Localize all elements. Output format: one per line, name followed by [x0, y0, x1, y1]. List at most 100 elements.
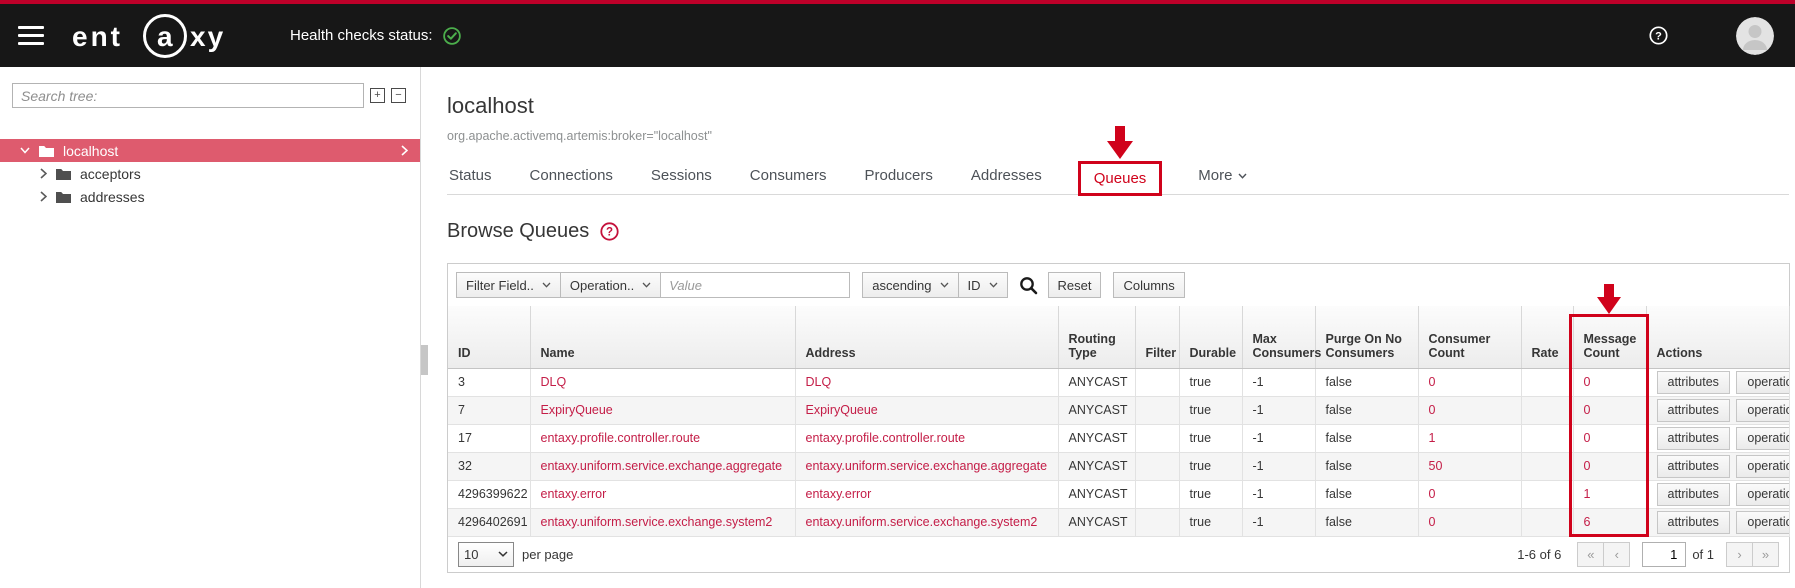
- search-icon[interactable]: [1019, 276, 1038, 295]
- first-page-icon[interactable]: «: [1577, 542, 1604, 567]
- user-avatar[interactable]: [1736, 17, 1774, 55]
- help-icon[interactable]: ?: [1649, 26, 1668, 45]
- attributes-button[interactable]: attributes: [1657, 455, 1730, 478]
- cell-id: 4296399622: [448, 480, 530, 508]
- cell-routing-type: ANYCAST: [1058, 508, 1135, 536]
- health-ok-check-icon[interactable]: [443, 27, 461, 45]
- tab-connections[interactable]: Connections: [528, 167, 615, 184]
- attributes-button[interactable]: attributes: [1657, 427, 1730, 450]
- col-header-name: Name: [530, 306, 795, 368]
- caret-down-icon: [542, 282, 551, 288]
- operations-button[interactable]: operations: [1736, 511, 1789, 534]
- cell-routing-type: ANYCAST: [1058, 424, 1135, 452]
- cell-purge-on-no-consumers: false: [1315, 452, 1418, 480]
- section-title: Browse Queues: [447, 220, 589, 243]
- cell-filter: [1135, 480, 1179, 508]
- cell-purge-on-no-consumers: false: [1315, 424, 1418, 452]
- tree-node-addresses[interactable]: addresses: [0, 185, 420, 208]
- cell-address-link[interactable]: entaxy.profile.controller.route: [795, 424, 1058, 452]
- col-header-routing-type: Routing Type: [1058, 306, 1135, 368]
- attributes-button[interactable]: attributes: [1657, 371, 1730, 394]
- cell-address-link[interactable]: ExpiryQueue: [795, 396, 1058, 424]
- main-content: localhost org.apache.activemq.artemis:br…: [422, 67, 1795, 588]
- cell-consumer-count: 0: [1418, 368, 1521, 396]
- tab-sessions[interactable]: Sessions: [649, 167, 714, 184]
- cell-address-link[interactable]: entaxy.uniform.service.exchange.system2: [795, 508, 1058, 536]
- expand-all-icon[interactable]: +: [370, 88, 385, 103]
- tree-node-localhost[interactable]: localhost: [0, 139, 420, 162]
- cell-purge-on-no-consumers: false: [1315, 396, 1418, 424]
- tree-node-label: localhost: [63, 143, 118, 159]
- sort-by-dropdown[interactable]: ID: [958, 272, 1008, 298]
- tab-bar: Status Connections Sessions Consumers Pr…: [447, 157, 1789, 195]
- cell-name-link[interactable]: ExpiryQueue: [530, 396, 795, 424]
- cell-filter: [1135, 508, 1179, 536]
- cell-routing-type: ANYCAST: [1058, 480, 1135, 508]
- table-row: 4296399622 entaxy.error entaxy.error ANY…: [448, 480, 1789, 508]
- attributes-button[interactable]: attributes: [1657, 511, 1730, 534]
- cell-id: 7: [448, 396, 530, 424]
- attributes-button[interactable]: attributes: [1657, 399, 1730, 422]
- cell-max-consumers: -1: [1242, 452, 1315, 480]
- question-circle-icon[interactable]: ?: [600, 222, 619, 241]
- filter-value-input[interactable]: [660, 272, 850, 298]
- page-title: localhost: [447, 93, 1789, 119]
- tab-producers[interactable]: Producers: [863, 167, 935, 184]
- cell-name-link[interactable]: DLQ: [530, 368, 795, 396]
- reset-button[interactable]: Reset: [1048, 272, 1102, 298]
- cell-routing-type: ANYCAST: [1058, 368, 1135, 396]
- cell-address-link[interactable]: entaxy.error: [795, 480, 1058, 508]
- operations-button[interactable]: operations: [1736, 427, 1789, 450]
- cell-id: 4296402691: [448, 508, 530, 536]
- next-page-icon[interactable]: ›: [1726, 542, 1753, 567]
- cell-name-link[interactable]: entaxy.error: [530, 480, 795, 508]
- entaxy-logo[interactable]: ent a xy: [66, 13, 234, 59]
- hamburger-menu-icon[interactable]: [18, 26, 44, 45]
- cell-name-link[interactable]: entaxy.uniform.service.exchange.system2: [530, 508, 795, 536]
- cell-actions: attributes operations: [1646, 452, 1789, 480]
- operations-button[interactable]: operations: [1736, 455, 1789, 478]
- search-tree-input[interactable]: [12, 83, 364, 108]
- cell-durable: true: [1179, 424, 1242, 452]
- operations-button[interactable]: operations: [1736, 371, 1789, 394]
- columns-button[interactable]: Columns: [1113, 272, 1184, 298]
- tree-sidebar: + − localhost: [0, 67, 421, 588]
- chevron-right-icon: [401, 145, 408, 156]
- cell-max-consumers: -1: [1242, 396, 1315, 424]
- tab-more[interactable]: More: [1196, 167, 1249, 184]
- tab-addresses[interactable]: Addresses: [969, 167, 1044, 184]
- cell-address-link[interactable]: entaxy.uniform.service.exchange.aggregat…: [795, 452, 1058, 480]
- page-number-input[interactable]: [1642, 542, 1686, 567]
- operations-button[interactable]: operations: [1736, 399, 1789, 422]
- prev-page-icon[interactable]: ‹: [1603, 542, 1630, 567]
- queues-table: ID Name Address Routing Type Filter Dura…: [448, 306, 1790, 537]
- cell-actions: attributes operations: [1646, 480, 1789, 508]
- cell-address-link[interactable]: DLQ: [795, 368, 1058, 396]
- folder-icon: [56, 168, 71, 180]
- cell-durable: true: [1179, 368, 1242, 396]
- operation-dropdown[interactable]: Operation..: [560, 272, 661, 298]
- tab-queues[interactable]: Queues: [1078, 161, 1163, 196]
- cell-durable: true: [1179, 480, 1242, 508]
- filter-field-dropdown[interactable]: Filter Field..: [456, 272, 561, 298]
- operations-button[interactable]: operations: [1736, 483, 1789, 506]
- cell-name-link[interactable]: entaxy.profile.controller.route: [530, 424, 795, 452]
- collapse-all-icon[interactable]: −: [391, 88, 406, 103]
- per-page-select[interactable]: 10: [458, 542, 514, 567]
- tab-consumers[interactable]: Consumers: [748, 167, 829, 184]
- attributes-button[interactable]: attributes: [1657, 483, 1730, 506]
- sort-order-dropdown[interactable]: ascending: [862, 272, 958, 298]
- col-header-durable: Durable: [1179, 306, 1242, 368]
- tree-node-label: acceptors: [80, 166, 141, 182]
- per-page-label: per page: [522, 547, 573, 562]
- sort-by-label: ID: [968, 278, 981, 293]
- last-page-icon[interactable]: »: [1752, 542, 1779, 567]
- browse-queues-panel: Filter Field.. Operation.. ascending: [447, 263, 1790, 573]
- cell-filter: [1135, 368, 1179, 396]
- tree-node-acceptors[interactable]: acceptors: [0, 162, 420, 185]
- table-header-row: ID Name Address Routing Type Filter Dura…: [448, 306, 1789, 368]
- tab-status[interactable]: Status: [447, 167, 494, 184]
- col-header-message-count: Message Count: [1573, 306, 1646, 368]
- cell-name-link[interactable]: entaxy.uniform.service.exchange.aggregat…: [530, 452, 795, 480]
- top-navbar: ent a xy Health checks status: ?: [0, 0, 1795, 67]
